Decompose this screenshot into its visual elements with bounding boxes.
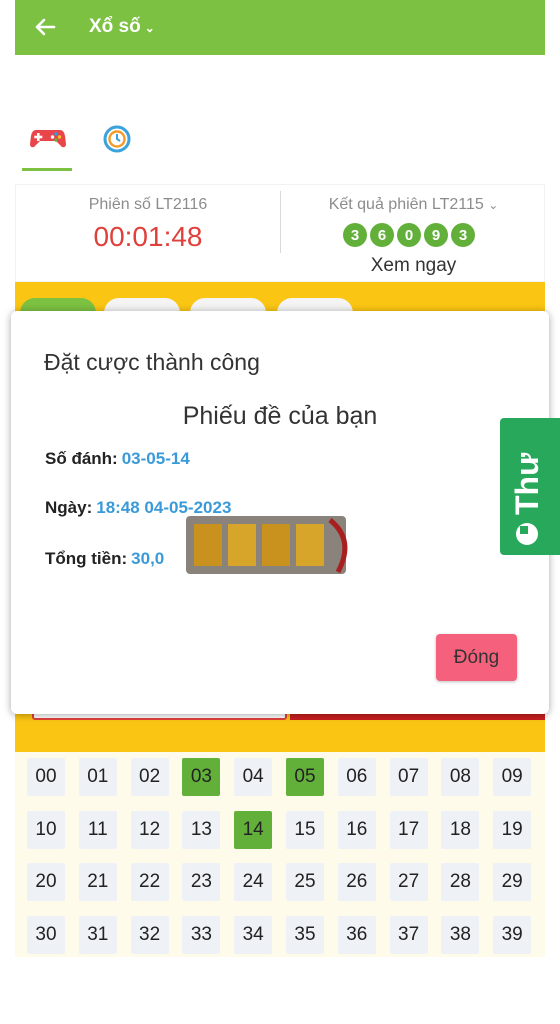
result-ball: 0	[397, 223, 421, 247]
number-cell[interactable]: 15	[286, 810, 324, 849]
number-cell[interactable]: 22	[130, 863, 169, 901]
number-cell[interactable]: 24	[234, 863, 273, 901]
number-cell[interactable]: 18	[441, 810, 480, 849]
close-button[interactable]: Đóng	[436, 634, 517, 681]
lottery-type-dropdown[interactable]: Xổ số ⌄	[89, 16, 155, 38]
number-cell[interactable]: 30	[27, 915, 65, 954]
arrow-left-icon[interactable]	[33, 15, 57, 39]
chevron-down-icon: ⌄	[488, 198, 499, 212]
number-cell[interactable]: 39	[493, 915, 532, 954]
number-cell[interactable]: 12	[130, 810, 169, 849]
number-cell[interactable]: 34	[234, 915, 273, 954]
previous-result-label: Kết quả phiên LT2115	[328, 196, 484, 213]
top-app-bar: Xổ số ⌄	[15, 0, 545, 55]
number-cell[interactable]: 37	[389, 915, 428, 954]
result-ball: 9	[424, 223, 448, 247]
previous-result-dropdown[interactable]: Kết quả phiên LT2115 ⌄	[281, 196, 546, 214]
number-cell[interactable]: 11	[78, 810, 117, 849]
number-cell[interactable]: 26	[337, 863, 376, 901]
number-cell[interactable]: 35	[286, 915, 324, 954]
result-ball: 3	[343, 223, 367, 247]
bet-numbers-label: Số đánh:	[45, 449, 118, 468]
result-balls: 3 6 0 9 3	[343, 223, 475, 247]
bet-total-value: 30,0	[131, 549, 165, 568]
number-cell[interactable]: 25	[286, 863, 324, 901]
number-cell[interactable]: 09	[493, 758, 532, 796]
number-cell[interactable]: 21	[78, 863, 117, 901]
bet-numbers-value: 03-05-14	[121, 449, 190, 468]
number-cell[interactable]: 03	[182, 758, 221, 796]
number-cell[interactable]: 28	[441, 863, 480, 901]
view-results-link[interactable]: Xem ngay	[281, 255, 546, 277]
number-cell[interactable]: 00	[27, 758, 65, 796]
clock-icon[interactable]	[102, 124, 132, 154]
number-cell[interactable]: 20	[27, 863, 65, 901]
number-cell[interactable]: 38	[441, 915, 480, 954]
number-cell[interactable]: 10	[27, 810, 65, 849]
page-title: Xổ số	[89, 16, 141, 37]
number-cell[interactable]: 19	[493, 810, 532, 849]
gamepad-icon[interactable]	[28, 120, 68, 154]
dialog-subtitle: Phiếu đề của bạn	[182, 402, 378, 430]
number-cell[interactable]: 05	[286, 758, 324, 796]
chevron-down-icon: ⌄	[144, 21, 155, 35]
number-cell[interactable]: 02	[130, 758, 169, 796]
mail-side-tab[interactable]: Thư	[500, 418, 560, 555]
number-cell[interactable]: 08	[441, 758, 480, 796]
page: Xổ số ⌄ Phiên số LT2116 00:01:48 Kết quả …	[0, 0, 560, 1024]
number-cell[interactable]: 36	[337, 915, 376, 954]
number-cell[interactable]: 01	[78, 758, 117, 796]
number-cell[interactable]: 07	[389, 758, 428, 796]
result-ball: 6	[370, 223, 394, 247]
number-cell[interactable]: 33	[182, 915, 221, 954]
mail-side-label: Thư	[508, 452, 545, 515]
current-session-label: Phiên số LT2116	[88, 196, 208, 213]
number-cell[interactable]: 27	[389, 863, 428, 901]
number-cell[interactable]: 23	[182, 863, 221, 901]
number-cell[interactable]: 16	[337, 810, 376, 849]
number-cell[interactable]: 31	[78, 915, 117, 954]
bet-total-label: Tổng tiền:	[45, 549, 128, 568]
dialog-title: Đặt cược thành công	[44, 349, 260, 375]
bet-date-label: Ngày:	[45, 498, 93, 517]
number-cell[interactable]: 17	[389, 810, 428, 849]
number-cell[interactable]: 06	[337, 758, 376, 796]
bet-numbers-row: Số đánh: 03-05-14	[45, 449, 190, 469]
watermark-logo	[186, 516, 348, 574]
number-cell[interactable]: 13	[182, 810, 221, 849]
countdown-timer: 00:01:48	[93, 221, 203, 252]
number-cell[interactable]: 29	[493, 863, 532, 901]
result-ball: 3	[451, 223, 475, 247]
number-cell[interactable]: 14	[234, 810, 273, 849]
bet-total-row: Tổng tiền: 30,0	[45, 549, 164, 569]
number-grid: 00 01 02 03 04 05 06 07 08 09 10 11 12 13 14 15 16 17 18 19…	[15, 752, 545, 957]
number-cell[interactable]: 32	[130, 915, 169, 954]
session-panel: Phiên số LT2116 00:01:48 Kết quả phiên L…	[15, 184, 545, 282]
active-tab-indicator	[22, 168, 72, 171]
mail-side-content: Thư	[507, 425, 547, 545]
number-cell[interactable]: 04	[234, 758, 273, 796]
chat-icon	[516, 523, 538, 545]
